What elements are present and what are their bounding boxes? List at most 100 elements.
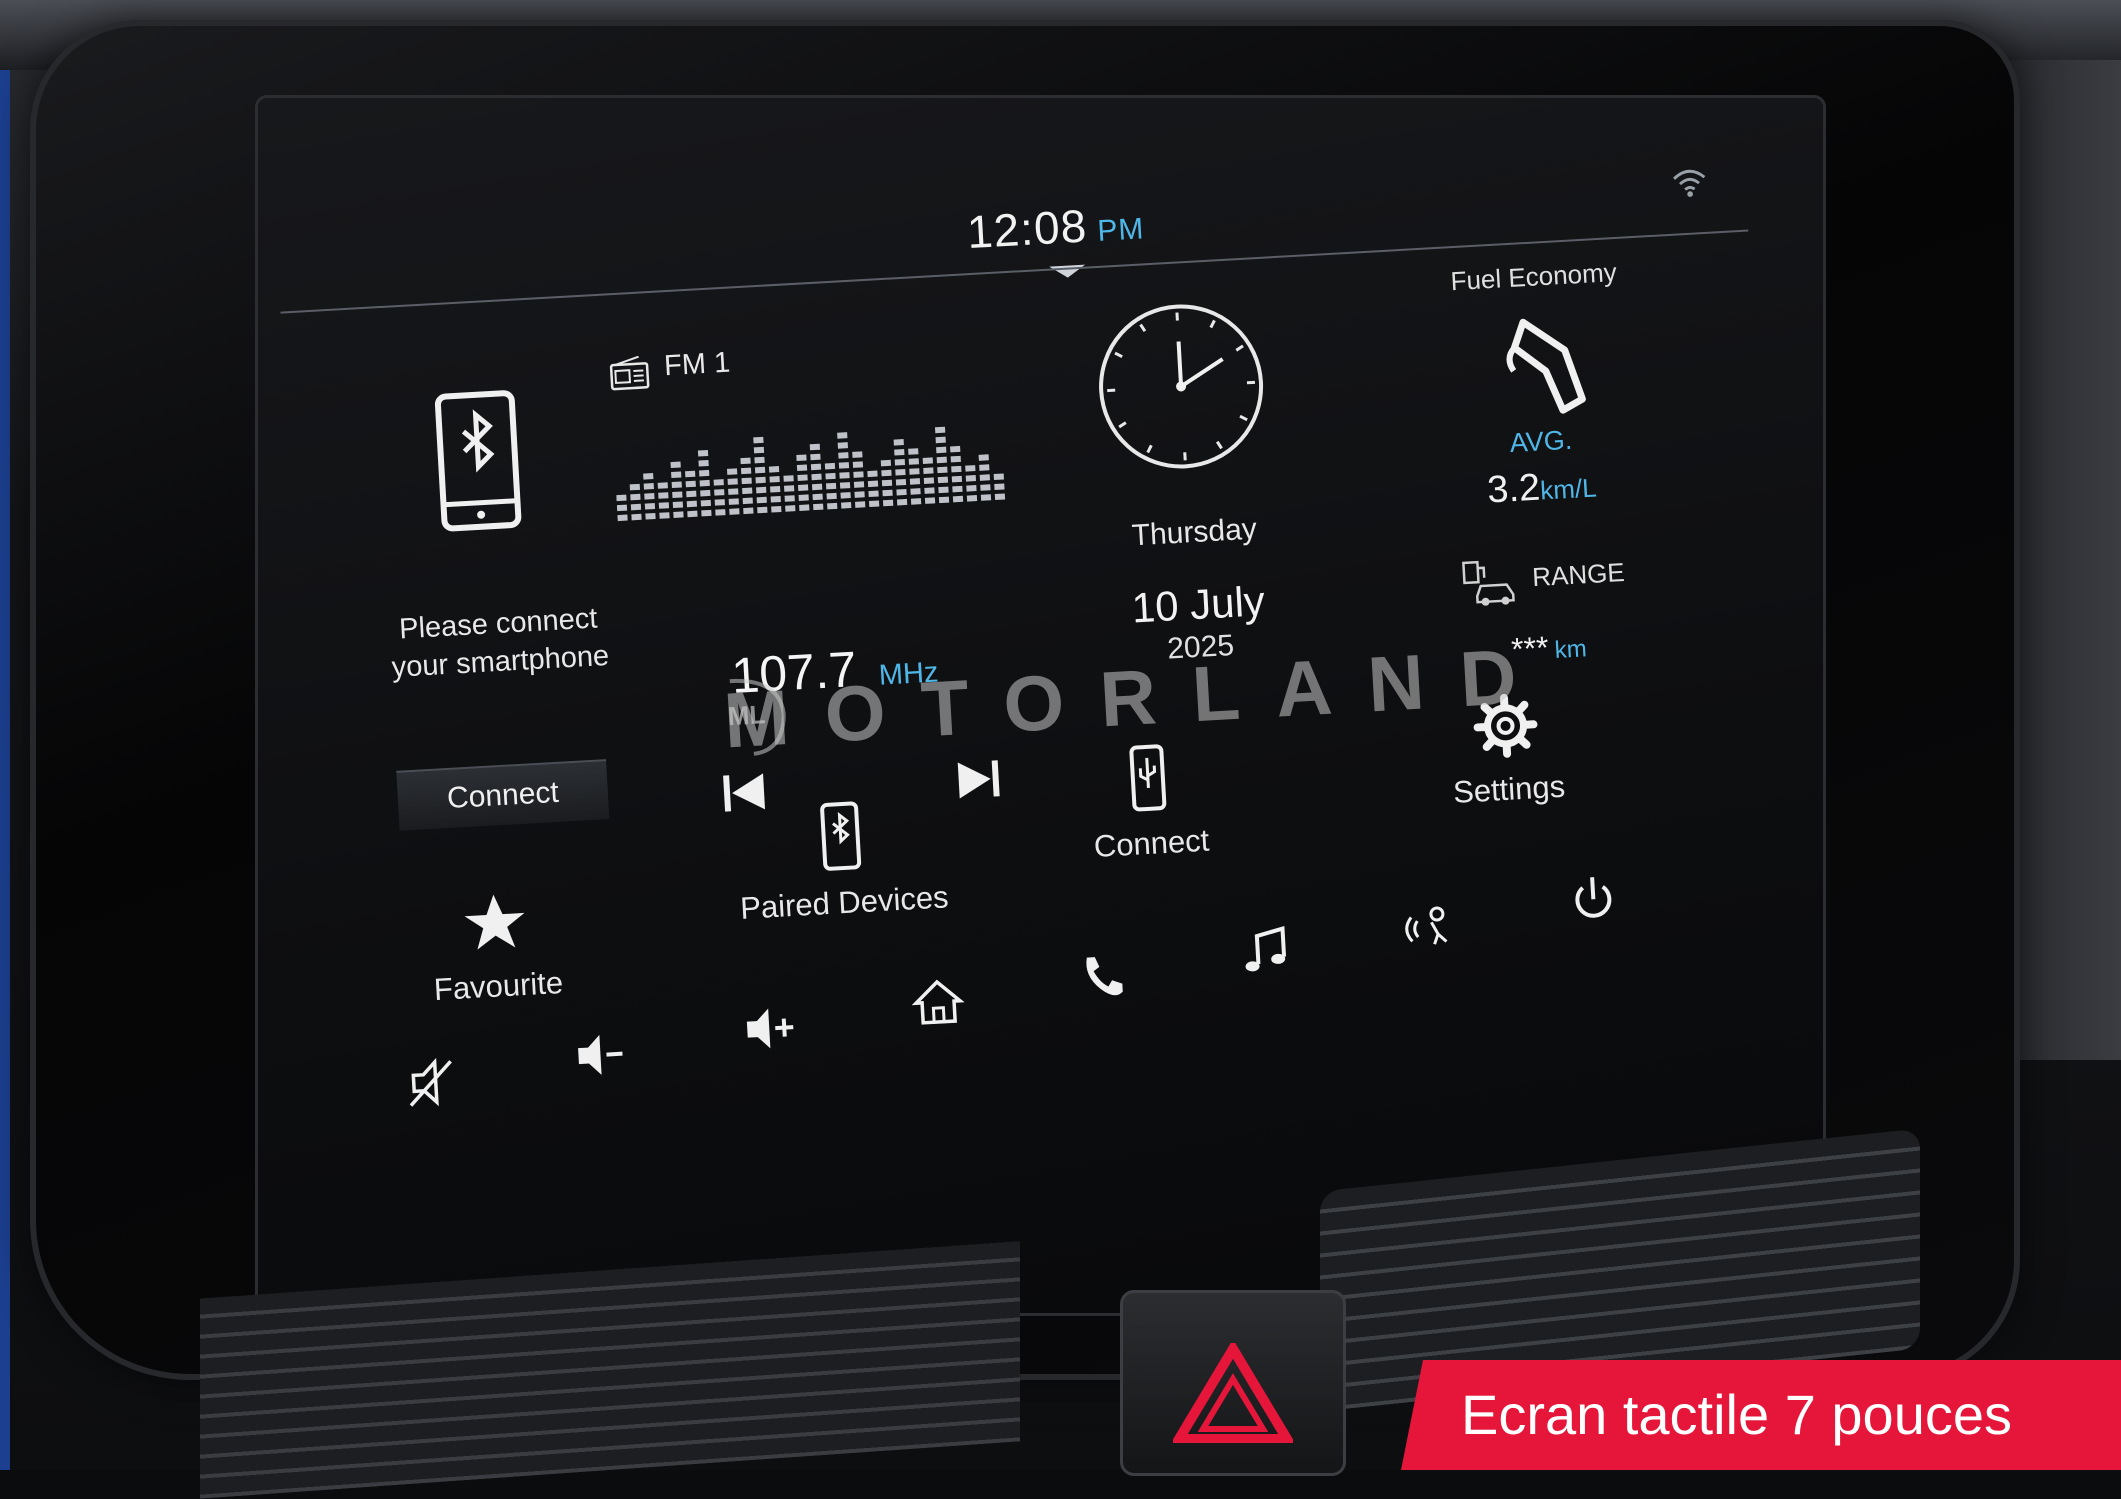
- fuel-nozzle-icon: [1502, 308, 1598, 423]
- equalizer-segment: [813, 494, 823, 501]
- equalizer-segment: [935, 427, 945, 434]
- equalizer-segment: [923, 467, 933, 474]
- equalizer-segment: [770, 486, 780, 493]
- equalizer-segment: [799, 504, 809, 511]
- equalizer-segment: [826, 483, 836, 490]
- equalizer-segment: [769, 466, 779, 473]
- equalizer-segment: [841, 502, 851, 509]
- equalizer-segment: [742, 478, 752, 485]
- equalizer-segment: [950, 446, 960, 453]
- equalizer-segment: [868, 491, 878, 498]
- equalizer-segment: [911, 498, 921, 505]
- equalizer-segment: [924, 477, 934, 484]
- equalizer-segment: [644, 493, 654, 500]
- equalizer-segment: [951, 466, 961, 473]
- equalizer-segment: [951, 456, 961, 463]
- equalizer-segment: [882, 480, 892, 487]
- equalizer-segment: [897, 499, 907, 506]
- hazard-button[interactable]: [1120, 1290, 1346, 1476]
- equalizer-segment: [853, 461, 863, 468]
- equalizer-segment: [687, 501, 697, 508]
- equalizer-segment: [840, 482, 850, 489]
- equalizer-segment: [995, 493, 1005, 500]
- equalizer-segment: [659, 512, 669, 519]
- equalizer-segment: [881, 470, 891, 477]
- equalizer-segment: [784, 485, 794, 492]
- equalizer-segment: [796, 454, 806, 461]
- equalizer-segment: [979, 464, 989, 471]
- phone-icon[interactable]: [1072, 947, 1131, 1006]
- equalizer-segment: [909, 468, 919, 475]
- analog-clock-icon: [1091, 297, 1270, 476]
- equalizer-visual: [612, 401, 1017, 523]
- equalizer-segment: [728, 488, 738, 495]
- equalizer-segment: [643, 473, 653, 480]
- equalizer-segment: [771, 506, 781, 513]
- fuel-avg-number: 3.2: [1486, 467, 1541, 512]
- equalizer-segment: [631, 514, 641, 521]
- clock-time: 12:08: [966, 199, 1089, 258]
- bluetooth-widget[interactable]: Please connect your smartphone Connect: [355, 382, 651, 876]
- equalizer-segment: [701, 500, 711, 507]
- equalizer-segment: [741, 468, 751, 475]
- equalizer-segment: [894, 449, 904, 456]
- bluetooth-phone-icon: [819, 800, 863, 872]
- equalizer-segment: [686, 481, 696, 488]
- equalizer-segment: [837, 432, 847, 439]
- shortcut-favourite[interactable]: Favourite: [383, 884, 609, 1010]
- fuel-economy-widget[interactable]: Fuel Economy AVG. 3.2km/L RANGE ***km: [1430, 253, 1713, 687]
- equalizer-segment: [673, 511, 683, 518]
- equalizer-segment: [924, 487, 934, 494]
- equalizer-segment: [742, 488, 752, 495]
- equalizer-segment: [743, 498, 753, 505]
- clock-tick: [1147, 445, 1151, 452]
- equalizer-segment: [785, 505, 795, 512]
- equalizer-segment: [715, 509, 725, 516]
- equalizer-segment: [953, 496, 963, 503]
- equalizer-segment: [698, 460, 708, 467]
- mute-icon[interactable]: [402, 1053, 461, 1112]
- equalizer-segment: [753, 437, 763, 444]
- radio-band: FM 1: [663, 347, 731, 384]
- equalizer-segment: [838, 442, 848, 449]
- equalizer-segment: [839, 462, 849, 469]
- equalizer-segment: [909, 458, 919, 465]
- bluetooth-connect-button[interactable]: Connect: [396, 759, 609, 831]
- equalizer-segment: [811, 474, 821, 481]
- hazard-triangle-icon: [1173, 1343, 1293, 1443]
- shortcut-connect[interactable]: Connect: [1046, 738, 1252, 867]
- equalizer-segment: [785, 495, 795, 502]
- equalizer-segment: [825, 473, 835, 480]
- music-note-icon[interactable]: [1236, 922, 1295, 981]
- power-icon[interactable]: [1564, 870, 1623, 929]
- equalizer-segment: [616, 495, 626, 502]
- volume-down-icon[interactable]: [571, 1025, 630, 1084]
- equalizer-segment: [838, 452, 848, 459]
- equalizer-segment: [938, 487, 948, 494]
- equalizer-segment: [754, 447, 764, 454]
- equalizer-segment: [869, 500, 879, 507]
- equalizer-segment: [757, 507, 767, 514]
- equalizer-segment: [729, 498, 739, 505]
- clock-tick: [1141, 324, 1145, 331]
- equalizer-segment: [673, 501, 683, 508]
- equalizer-segment: [966, 475, 976, 482]
- equalizer-segment: [910, 488, 920, 495]
- shortcut-paired-devices[interactable]: Paired Devices: [709, 794, 975, 928]
- voice-command-icon[interactable]: [1400, 897, 1459, 956]
- equalizer-segment: [687, 511, 697, 518]
- clock-tick: [1217, 441, 1221, 448]
- equalizer-segment: [813, 504, 823, 511]
- shortcut-settings-label: Settings: [1452, 769, 1566, 810]
- equalizer-segment: [685, 471, 695, 478]
- equalizer-segment: [630, 484, 640, 491]
- equalizer-segment: [894, 439, 904, 446]
- volume-up-icon[interactable]: [740, 999, 799, 1058]
- home-icon[interactable]: [909, 972, 968, 1031]
- equalizer-segment: [896, 479, 906, 486]
- equalizer-segment: [659, 502, 669, 509]
- equalizer-segment: [854, 491, 864, 498]
- equalizer-segment: [895, 469, 905, 476]
- status-clock: 12:08PM: [966, 195, 1146, 259]
- equalizer-segment: [881, 460, 891, 467]
